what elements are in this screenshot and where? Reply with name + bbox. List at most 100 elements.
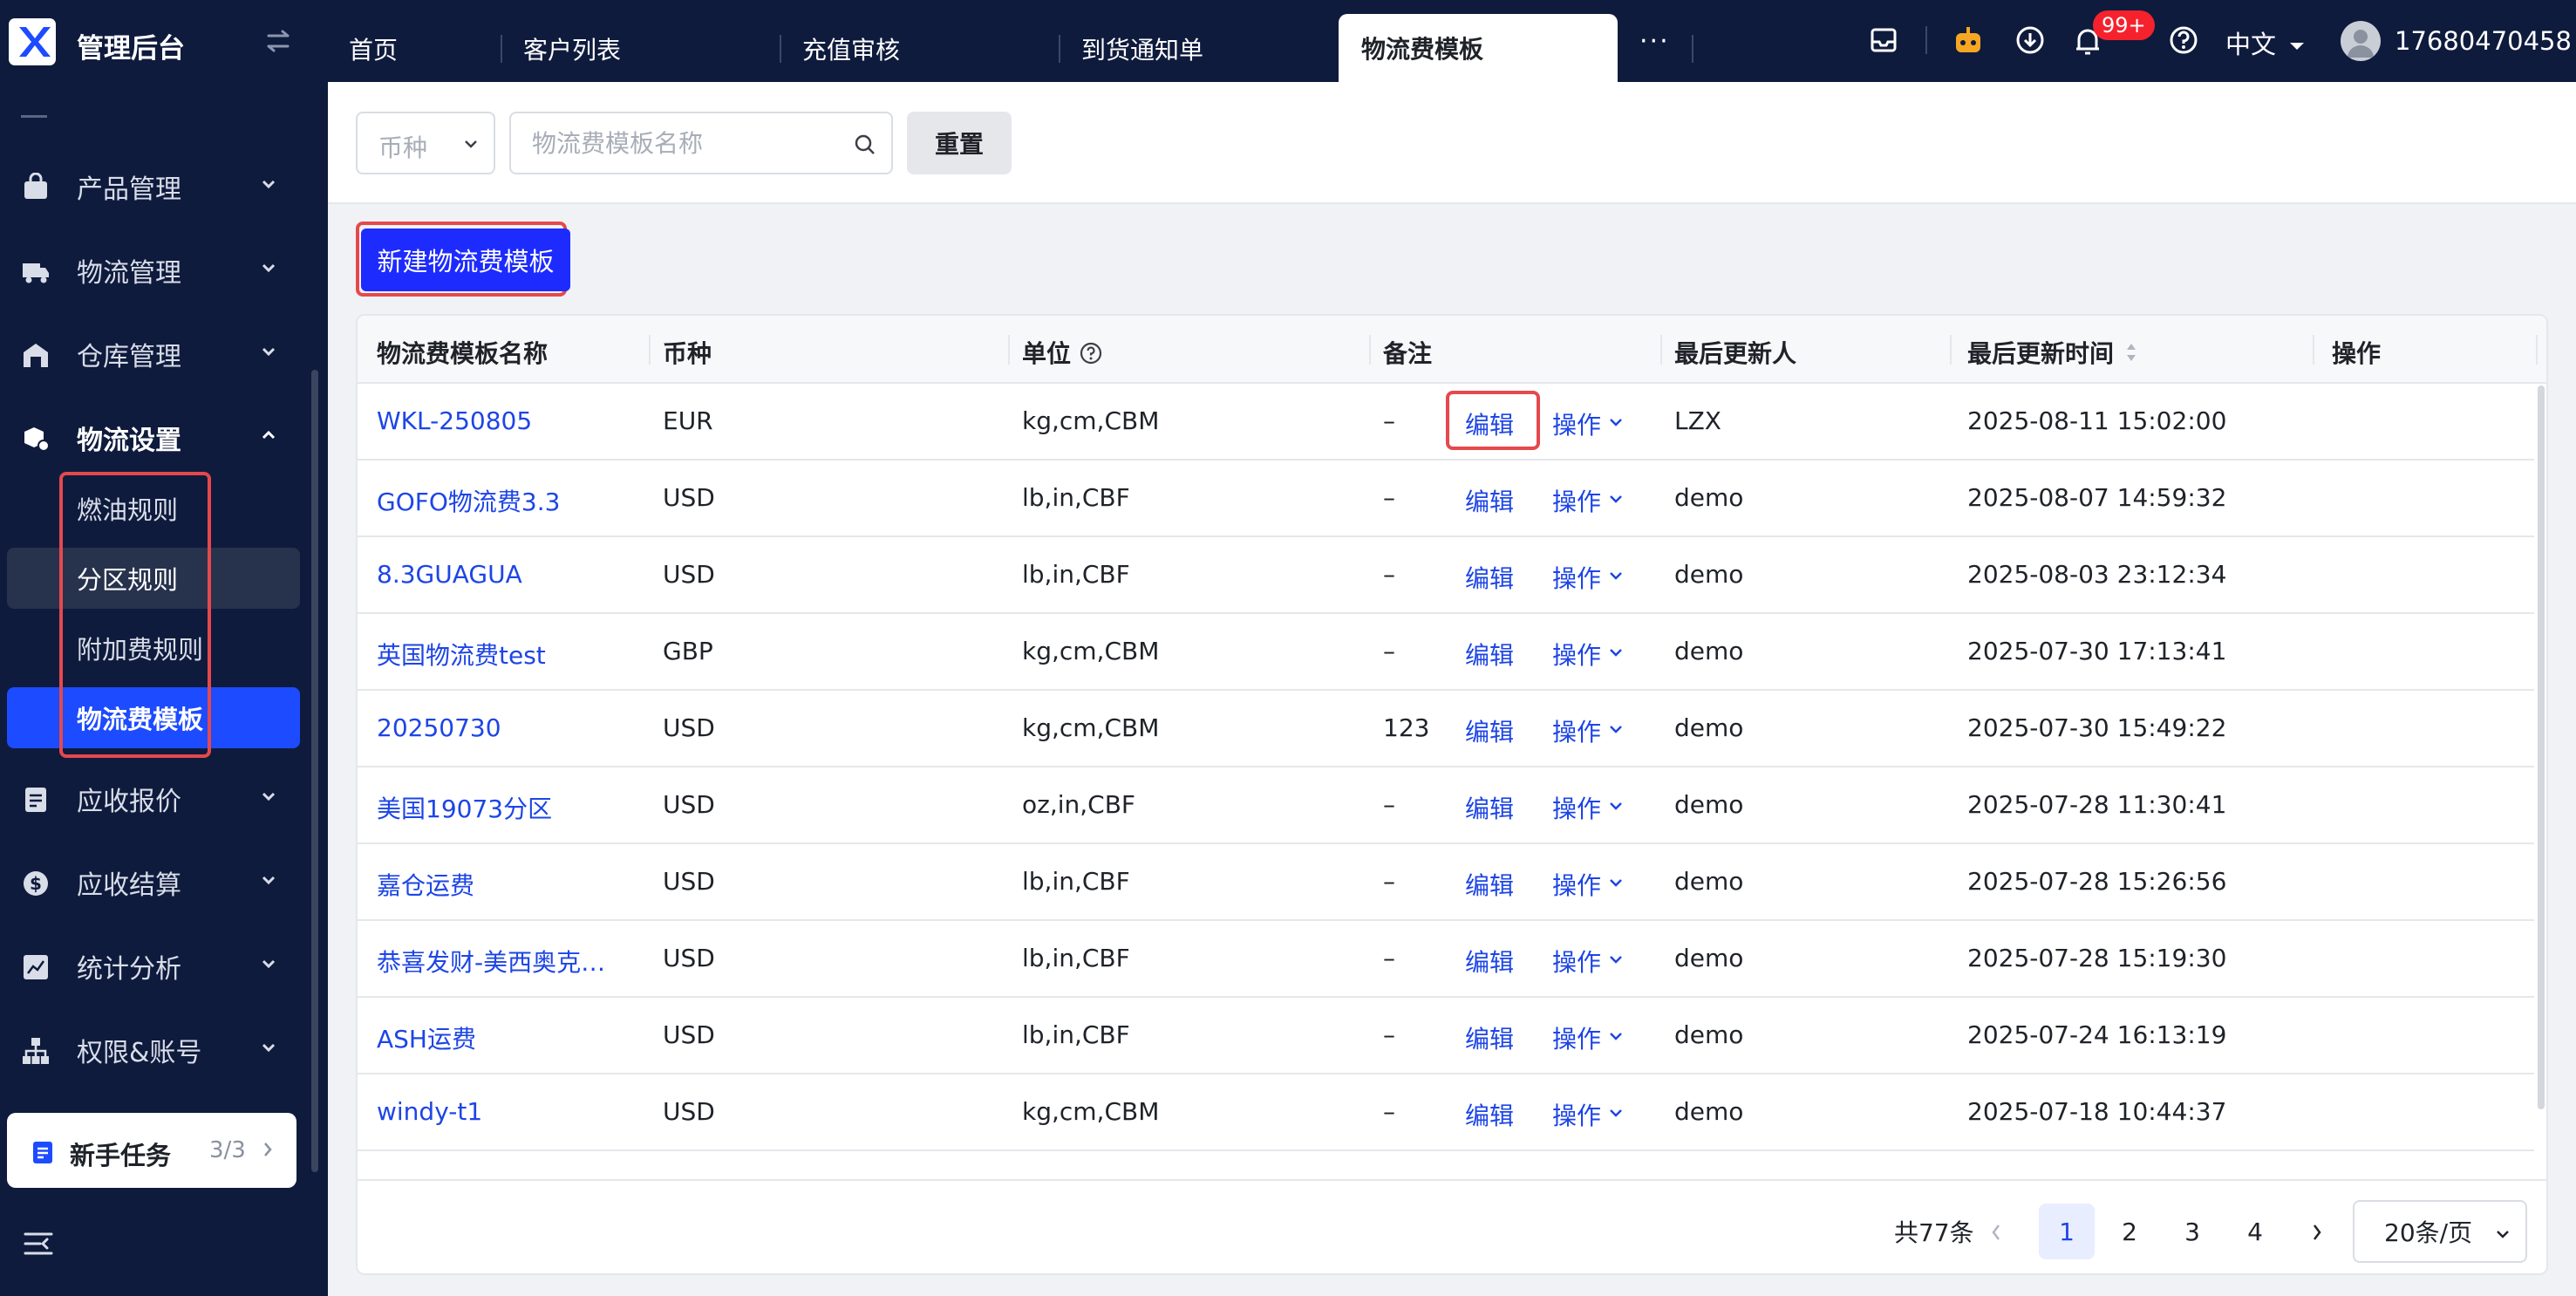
chevron-down-icon[interactable]: [1608, 647, 1624, 658]
cell-currency: USD: [663, 867, 715, 896]
collapse-icon[interactable]: [263, 28, 293, 54]
page-3[interactable]: 3: [2164, 1204, 2220, 1259]
cell-name[interactable]: 美国19073分区: [377, 790, 552, 825]
cell-name[interactable]: ASH运费: [377, 1020, 476, 1055]
cell-unit: oz,in,CBF: [1022, 790, 1136, 819]
tab-recharge-review[interactable]: 充值审核: [802, 16, 900, 82]
cell-name[interactable]: 英国物流费test: [377, 637, 546, 672]
currency-select[interactable]: 币种: [356, 112, 495, 174]
cell-remark: –: [1383, 790, 1395, 819]
actions-dropdown[interactable]: 操作: [1552, 1020, 1601, 1055]
tab-arrival-notice[interactable]: 到货通知单: [1081, 16, 1203, 82]
chevron-right-icon[interactable]: [2311, 1223, 2323, 1242]
tab-divider: [780, 35, 781, 63]
sidebar-item-products[interactable]: 产品管理: [0, 152, 296, 222]
page-size-select[interactable]: 20条/页: [2353, 1200, 2527, 1263]
chevron-down-icon[interactable]: [1608, 1108, 1624, 1118]
app-title: 管理后台: [77, 33, 185, 65]
edit-link[interactable]: 编辑: [1465, 944, 1514, 979]
chevron-down-icon[interactable]: [1608, 724, 1624, 734]
search-input[interactable]: [532, 127, 828, 159]
actions-dropdown[interactable]: 操作: [1552, 867, 1601, 902]
question-icon[interactable]: [1080, 342, 1102, 365]
help-icon[interactable]: [2168, 24, 2199, 56]
actions-dropdown[interactable]: 操作: [1552, 1097, 1601, 1132]
edit-link[interactable]: 编辑: [1465, 1020, 1514, 1055]
chevron-down-icon[interactable]: [1608, 417, 1624, 427]
sidebar-item-receivable-quote[interactable]: 应收报价: [0, 764, 296, 834]
language-selector[interactable]: 中文: [2225, 24, 2306, 61]
chevron-down-icon: [2288, 41, 2306, 51]
page-1[interactable]: 1: [2039, 1204, 2095, 1259]
tab-customer-list[interactable]: 客户列表: [523, 16, 621, 82]
edit-link[interactable]: 编辑: [1465, 637, 1514, 672]
cell-update-time: 2025-07-28 11:30:41: [1967, 790, 2227, 819]
mailbox-icon[interactable]: [1868, 24, 1899, 56]
onboarding-task-card[interactable]: 新手任务 3/3: [7, 1113, 296, 1188]
sidebar-item-statistics[interactable]: 统计分析: [0, 931, 296, 1001]
column-header-update-time[interactable]: 最后更新时间: [1967, 335, 2138, 370]
column-divider: [2536, 335, 2538, 365]
actions-dropdown[interactable]: 操作: [1552, 713, 1601, 748]
actions-dropdown[interactable]: 操作: [1552, 790, 1601, 825]
chevron-down-icon[interactable]: [1608, 1031, 1624, 1041]
sidebar-item-logistics-settings[interactable]: 物流设置: [0, 403, 296, 473]
username[interactable]: 17680470458: [2395, 26, 2572, 56]
cell-unit: kg,cm,CBM: [1022, 637, 1160, 665]
cell-unit: lb,in,CBF: [1022, 483, 1130, 512]
edit-link[interactable]: 编辑: [1465, 560, 1514, 595]
new-template-button[interactable]: 新建物流费模板: [361, 229, 570, 291]
download-icon[interactable]: [2014, 24, 2046, 56]
menu-toggle-icon[interactable]: [23, 1230, 54, 1258]
page-2[interactable]: 2: [2102, 1204, 2157, 1259]
table-scrollbar[interactable]: [2538, 385, 2545, 1109]
cell-name[interactable]: windy-t1: [377, 1097, 482, 1126]
warehouse-icon: [21, 340, 51, 370]
chevron-down-icon[interactable]: [1608, 570, 1624, 581]
actions-dropdown[interactable]: 操作: [1552, 944, 1601, 979]
svg-text:$: $: [30, 873, 42, 894]
chevron-down-icon: [260, 790, 277, 802]
divider: [21, 115, 47, 118]
tabs-more-button[interactable]: ···: [1639, 26, 1670, 57]
table-header: 物流费模板名称 币种 单位 备注 最后更新人 最后更新时间 操作: [358, 316, 2546, 384]
chevron-down-icon[interactable]: [1608, 954, 1624, 965]
sidebar-scrollbar[interactable]: [311, 370, 318, 1172]
sidebar-item-warehouse[interactable]: 仓库管理: [0, 319, 296, 389]
cell-name[interactable]: GOFO物流费3.3: [377, 483, 560, 518]
table-row: 8.3GUAGUA USD lb,in,CBF – demo 2025-08-03 23:…: [358, 537, 2534, 614]
edit-link[interactable]: 编辑: [1465, 1097, 1514, 1132]
robot-icon[interactable]: [1952, 24, 1985, 58]
edit-link[interactable]: 编辑: [1465, 790, 1514, 825]
actions-dropdown[interactable]: 操作: [1552, 560, 1601, 595]
actions-dropdown[interactable]: 操作: [1552, 637, 1601, 672]
cell-name[interactable]: WKL-250805: [377, 406, 532, 435]
avatar[interactable]: [2341, 21, 2381, 61]
sidebar-item-receivable-settlement[interactable]: $ 应收结算: [0, 848, 296, 917]
page-4[interactable]: 4: [2227, 1204, 2283, 1259]
tab-home[interactable]: 首页: [349, 16, 398, 82]
actions-dropdown[interactable]: 操作: [1552, 483, 1601, 518]
cell-name[interactable]: 嘉仓运费: [377, 867, 474, 902]
cell-unit: lb,in,CBF: [1022, 560, 1130, 589]
actions-dropdown[interactable]: 操作: [1552, 406, 1601, 441]
search-icon[interactable]: [853, 133, 877, 157]
sort-icon[interactable]: [2124, 341, 2138, 364]
edit-link[interactable]: 编辑: [1465, 867, 1514, 902]
tab-logistics-template[interactable]: 物流费模板: [1339, 14, 1618, 82]
sidebar-item-permissions[interactable]: 权限&账号: [0, 1015, 296, 1085]
sidebar-item-logistics[interactable]: 物流管理: [0, 235, 296, 305]
cell-name[interactable]: 恭喜发财-美西奥克…: [377, 944, 605, 979]
chevron-down-icon[interactable]: [1608, 801, 1624, 811]
edit-link[interactable]: 编辑: [1465, 483, 1514, 518]
search-field[interactable]: [509, 112, 893, 174]
edit-link[interactable]: 编辑: [1465, 713, 1514, 748]
column-header-updater: 最后更新人: [1674, 339, 1797, 368]
chevron-left-icon[interactable]: [1990, 1223, 2002, 1242]
chevron-down-icon[interactable]: [1608, 494, 1624, 504]
chevron-down-icon[interactable]: [1608, 877, 1624, 888]
reset-button[interactable]: 重置: [907, 112, 1012, 174]
cell-name[interactable]: 20250730: [377, 713, 501, 742]
cell-currency: USD: [663, 483, 715, 512]
cell-name[interactable]: 8.3GUAGUA: [377, 560, 522, 589]
